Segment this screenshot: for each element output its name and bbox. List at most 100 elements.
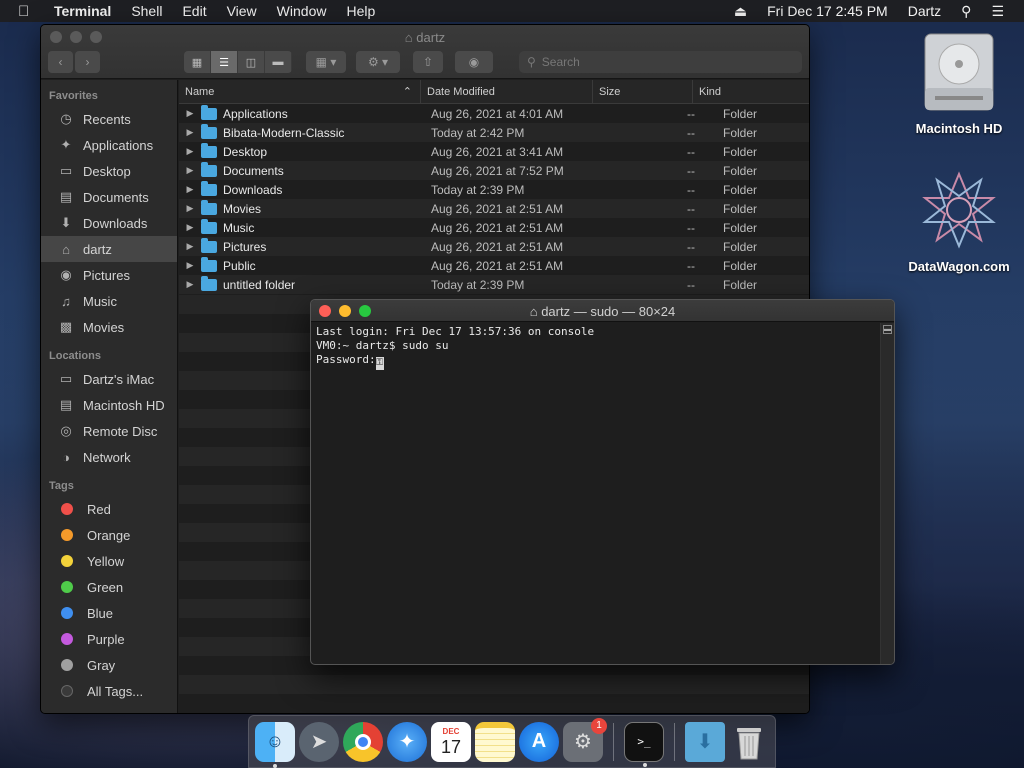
sidebar-item-label: Yellow bbox=[87, 553, 125, 569]
launchpad-dock-icon[interactable]: ➤ bbox=[299, 721, 339, 762]
sidebar-tag-blue[interactable]: Blue bbox=[41, 600, 177, 626]
downloads-stack-dock-icon[interactable]: ⬇ bbox=[685, 721, 725, 762]
sidebar-item-recents[interactable]: ◷ Recents bbox=[41, 106, 177, 132]
sidebar-tag-red[interactable]: Red bbox=[41, 496, 177, 522]
notes-dock-icon[interactable] bbox=[475, 721, 515, 762]
column-view-button[interactable]: ◫ bbox=[238, 51, 265, 73]
column-name-label: Name bbox=[185, 85, 215, 98]
spotlight-search-icon[interactable]: ⚲ bbox=[961, 3, 971, 20]
action-gear-button[interactable]: ⚙ ▾ bbox=[356, 51, 400, 73]
group-by-button[interactable]: ▦ ▾ bbox=[306, 51, 346, 73]
forward-button[interactable]: › bbox=[75, 51, 100, 73]
disclosure-triangle-icon[interactable]: ▶ bbox=[179, 165, 201, 176]
table-row[interactable]: ▶ Public Aug 26, 2021 at 2:51 AM -- Folder bbox=[179, 256, 809, 275]
chrome-dock-icon[interactable] bbox=[343, 721, 383, 762]
table-row[interactable]: ▶ Applications Aug 26, 2021 at 4:01 AM -- Fo… bbox=[179, 104, 809, 123]
terminal-titlebar[interactable]: ⌂ dartz — sudo — 80×24 bbox=[311, 300, 894, 322]
sidebar-all-tags[interactable]: All Tags... bbox=[41, 678, 177, 704]
terminal-dock-icon[interactable]: >_ bbox=[624, 721, 664, 767]
music-icon: ♫ bbox=[61, 293, 71, 309]
terminal-window: ⌂ dartz — sudo — 80×24 Last login: Fri D… bbox=[310, 299, 895, 665]
column-header-date[interactable]: Date Modified bbox=[421, 79, 593, 104]
sidebar-item-remote-disc[interactable]: ◎ Remote Disc bbox=[41, 418, 177, 444]
eject-icon[interactable]: ⏏ bbox=[734, 3, 747, 20]
sidebar-item-pictures[interactable]: ◉ Pictures bbox=[41, 262, 177, 288]
sidebar-item-macintosh-hd[interactable]: ▤ Macintosh HD bbox=[41, 392, 177, 418]
table-row[interactable]: ▶ Music Aug 26, 2021 at 2:51 AM -- Folder bbox=[179, 218, 809, 237]
search-field[interactable]: ⚲ Search bbox=[519, 51, 802, 73]
column-header-kind[interactable]: Kind bbox=[693, 80, 809, 104]
column-header-size[interactable]: Size bbox=[593, 79, 693, 104]
sidebar-item-network[interactable]: ◑ Network bbox=[41, 444, 177, 470]
row-date: Aug 26, 2021 at 2:51 AM bbox=[431, 220, 564, 235]
sidebar-tag-yellow[interactable]: Yellow bbox=[41, 548, 177, 574]
table-row[interactable]: ▶ Documents Aug 26, 2021 at 7:52 PM -- Folde… bbox=[179, 161, 809, 180]
column-header-name[interactable]: Name ⌃ bbox=[179, 79, 421, 104]
disclosure-triangle-icon[interactable]: ▶ bbox=[179, 260, 201, 271]
menu-window[interactable]: Window bbox=[277, 3, 327, 19]
disclosure-triangle-icon[interactable]: ▶ bbox=[179, 127, 201, 138]
menu-help[interactable]: Help bbox=[346, 3, 375, 19]
menu-shell[interactable]: Shell bbox=[131, 3, 162, 19]
sidebar-section-tags: Tags bbox=[49, 480, 74, 492]
sidebar-item-dartz[interactable]: ⌂ dartz bbox=[41, 236, 177, 262]
trash-dock-icon[interactable] bbox=[729, 722, 769, 762]
sidebar-item-desktop[interactable]: ▭ Desktop bbox=[41, 158, 177, 184]
sidebar-item-label: Green bbox=[87, 579, 124, 595]
disclosure-triangle-icon[interactable]: ▶ bbox=[179, 203, 201, 214]
table-row[interactable]: ▶ Bibata-Modern-Classic Today at 2:42 PM --… bbox=[179, 123, 809, 142]
sidebar-tag-orange[interactable]: Orange bbox=[41, 522, 177, 548]
share-button[interactable]: ⇧ bbox=[413, 51, 443, 73]
terminal-scrollbar[interactable]: ▬ bbox=[880, 323, 894, 664]
row-date: Aug 26, 2021 at 2:51 AM bbox=[431, 239, 564, 254]
table-row[interactable]: ▶ untitled folder Today at 2:39 PM -- Folder bbox=[179, 275, 809, 294]
sidebar-tag-gray[interactable]: Gray bbox=[41, 652, 177, 678]
desktop-icon-datawagon[interactable]: DataWagon.com bbox=[904, 168, 1014, 274]
table-row[interactable]: ▶ Downloads Today at 2:39 PM -- Folder bbox=[179, 180, 809, 199]
view-mode-selector: ▦ ☰ ◫ ▬ bbox=[184, 51, 292, 73]
menu-edit[interactable]: Edit bbox=[182, 3, 206, 19]
finder-dock-icon[interactable]: ☺ bbox=[255, 721, 295, 768]
calendar-dock-icon[interactable]: DEC 17 bbox=[431, 721, 471, 762]
menu-app-name[interactable]: Terminal bbox=[54, 3, 111, 19]
finder-titlebar[interactable]: ⌂ dartz ‹ › ▦ ☰ ◫ ▬ ▦ ▾ ⚙ ▾ ⇧ ◉ ⚲ Search bbox=[41, 25, 809, 79]
disclosure-triangle-icon[interactable]: ▶ bbox=[179, 279, 201, 290]
disclosure-triangle-icon[interactable]: ▶ bbox=[179, 241, 201, 252]
safari-dock-icon[interactable]: ✦ bbox=[387, 721, 427, 762]
notification-badge: 1 bbox=[591, 717, 607, 734]
sidebar-tag-purple[interactable]: Purple bbox=[41, 626, 177, 652]
list-view-button[interactable]: ☰ bbox=[211, 51, 238, 73]
app-store-dock-icon[interactable]: A bbox=[519, 721, 559, 762]
desktop-icon-label: DataWagon.com bbox=[908, 259, 1010, 274]
apple-menu-icon[interactable]:  bbox=[18, 3, 36, 20]
table-row[interactable]: ▶ Pictures Aug 26, 2021 at 2:51 AM -- Folder bbox=[179, 237, 809, 256]
sidebar-tag-green[interactable]: Green bbox=[41, 574, 177, 600]
back-button[interactable]: ‹ bbox=[48, 51, 73, 73]
tags-button[interactable]: ◉ bbox=[455, 51, 493, 73]
icon-view-button[interactable]: ▦ bbox=[184, 51, 211, 73]
gallery-view-button[interactable]: ▬ bbox=[265, 51, 292, 73]
row-kind: Folder bbox=[723, 201, 758, 216]
menubar-clock[interactable]: Fri Dec 17 2:45 PM bbox=[767, 3, 888, 19]
tag-color-dot bbox=[61, 607, 73, 619]
table-row[interactable]: ▶ Movies Aug 26, 2021 at 2:51 AM -- Folder bbox=[179, 199, 809, 218]
sidebar-item-imac[interactable]: ▭ Dartz's iMac bbox=[41, 366, 177, 392]
disclosure-triangle-icon[interactable]: ▶ bbox=[179, 146, 201, 157]
disclosure-triangle-icon[interactable]: ▶ bbox=[179, 222, 201, 233]
terminal-content[interactable]: Last login: Fri Dec 17 13:57:36 on conso… bbox=[311, 323, 880, 664]
system-preferences-dock-icon[interactable]: ⚙ 1 bbox=[563, 717, 607, 762]
menubar-user[interactable]: Dartz bbox=[908, 3, 941, 19]
disclosure-triangle-icon[interactable]: ▶ bbox=[179, 108, 201, 119]
desktop-icon-macintosh-hd[interactable]: Macintosh HD bbox=[904, 30, 1014, 136]
table-row[interactable]: ▶ Desktop Aug 26, 2021 at 3:41 AM -- Folder bbox=[179, 142, 809, 161]
split-pane-icon[interactable]: ▬ bbox=[883, 325, 892, 334]
row-kind: Folder bbox=[723, 258, 758, 273]
sidebar-item-applications[interactable]: ✦ Applications bbox=[41, 132, 177, 158]
menu-view[interactable]: View bbox=[227, 3, 257, 19]
sidebar-item-documents[interactable]: ▤ Documents bbox=[41, 184, 177, 210]
sidebar-item-music[interactable]: ♫ Music bbox=[41, 288, 177, 314]
disclosure-triangle-icon[interactable]: ▶ bbox=[179, 184, 201, 195]
sidebar-item-downloads[interactable]: ⬇ Downloads bbox=[41, 210, 177, 236]
sidebar-item-movies[interactable]: ▩ Movies bbox=[41, 314, 177, 340]
notification-center-icon[interactable]: ☰ bbox=[991, 3, 1004, 20]
